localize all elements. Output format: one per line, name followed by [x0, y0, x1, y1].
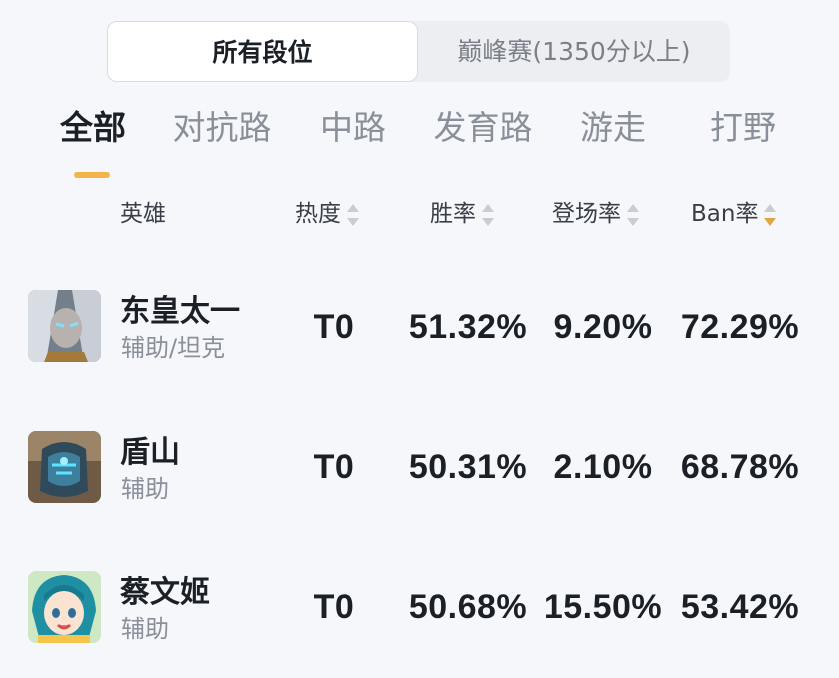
tab-jungle[interactable]: 打野	[706, 104, 780, 152]
hero-role: 辅助/坦克	[121, 334, 226, 362]
heat-value: T0	[313, 588, 355, 626]
rank-filter-toggle: 所有段位 巅峰赛(1350分以上)	[107, 21, 730, 82]
heat-value: T0	[313, 308, 355, 346]
header-heat[interactable]: 热度	[295, 196, 359, 232]
win-rate-value: 50.31%	[408, 448, 528, 486]
active-tab-indicator	[74, 172, 110, 178]
hero-name: 蔡文姬	[120, 575, 210, 610]
rank-option-peak[interactable]: 巅峰赛(1350分以上)	[418, 21, 730, 82]
sort-icon	[627, 202, 639, 228]
rank-option-all[interactable]: 所有段位	[107, 21, 418, 82]
pick-rate-value: 2.10%	[553, 448, 653, 486]
hero-name: 盾山	[120, 435, 180, 470]
header-hero: 英雄	[120, 201, 166, 227]
header-pick-rate-label: 登场率	[552, 201, 621, 227]
heat-value: T0	[313, 448, 355, 486]
sort-icon	[482, 202, 494, 228]
pick-rate-value: 9.20%	[553, 308, 653, 346]
hero-role: 辅助	[121, 475, 169, 503]
tab-roam[interactable]: 游走	[576, 104, 650, 152]
hero-name: 东皇太一	[120, 294, 240, 329]
tab-clash-lane[interactable]: 对抗路	[166, 104, 278, 152]
hero-caiwenji-avatar	[28, 571, 101, 643]
win-rate-value: 50.68%	[408, 588, 528, 626]
hero-role: 辅助	[121, 615, 169, 643]
tab-mid-lane[interactable]: 中路	[316, 104, 390, 152]
tab-farm-lane[interactable]: 发育路	[427, 104, 539, 152]
header-ban-rate-label: Ban率	[691, 201, 759, 227]
sort-desc-active-icon	[764, 202, 777, 228]
table-row[interactable]: 蔡文姬 辅助 T0 50.68% 15.50% 53.42%	[0, 538, 839, 678]
sort-icon	[347, 202, 359, 228]
table-row[interactable]: 东皇太一 辅助/坦克 T0 51.32% 9.20% 72.29%	[0, 258, 839, 398]
hero-donghuang-avatar	[28, 290, 101, 362]
hero-dunshan-avatar	[28, 431, 101, 503]
pick-rate-value: 15.50%	[543, 588, 663, 626]
header-win-rate-label: 胜率	[430, 201, 476, 227]
ban-rate-value: 53.42%	[680, 588, 800, 626]
table-row[interactable]: 盾山 辅助 T0 50.31% 2.10% 68.78%	[0, 398, 839, 538]
header-ban-rate[interactable]: Ban率	[691, 196, 777, 232]
header-pick-rate[interactable]: 登场率	[552, 196, 639, 232]
ban-rate-value: 68.78%	[680, 448, 800, 486]
ban-rate-value: 72.29%	[680, 308, 800, 346]
header-win-rate[interactable]: 胜率	[430, 196, 494, 232]
win-rate-value: 51.32%	[408, 308, 528, 346]
header-heat-label: 热度	[295, 201, 341, 227]
tab-all[interactable]: 全部	[54, 104, 132, 152]
